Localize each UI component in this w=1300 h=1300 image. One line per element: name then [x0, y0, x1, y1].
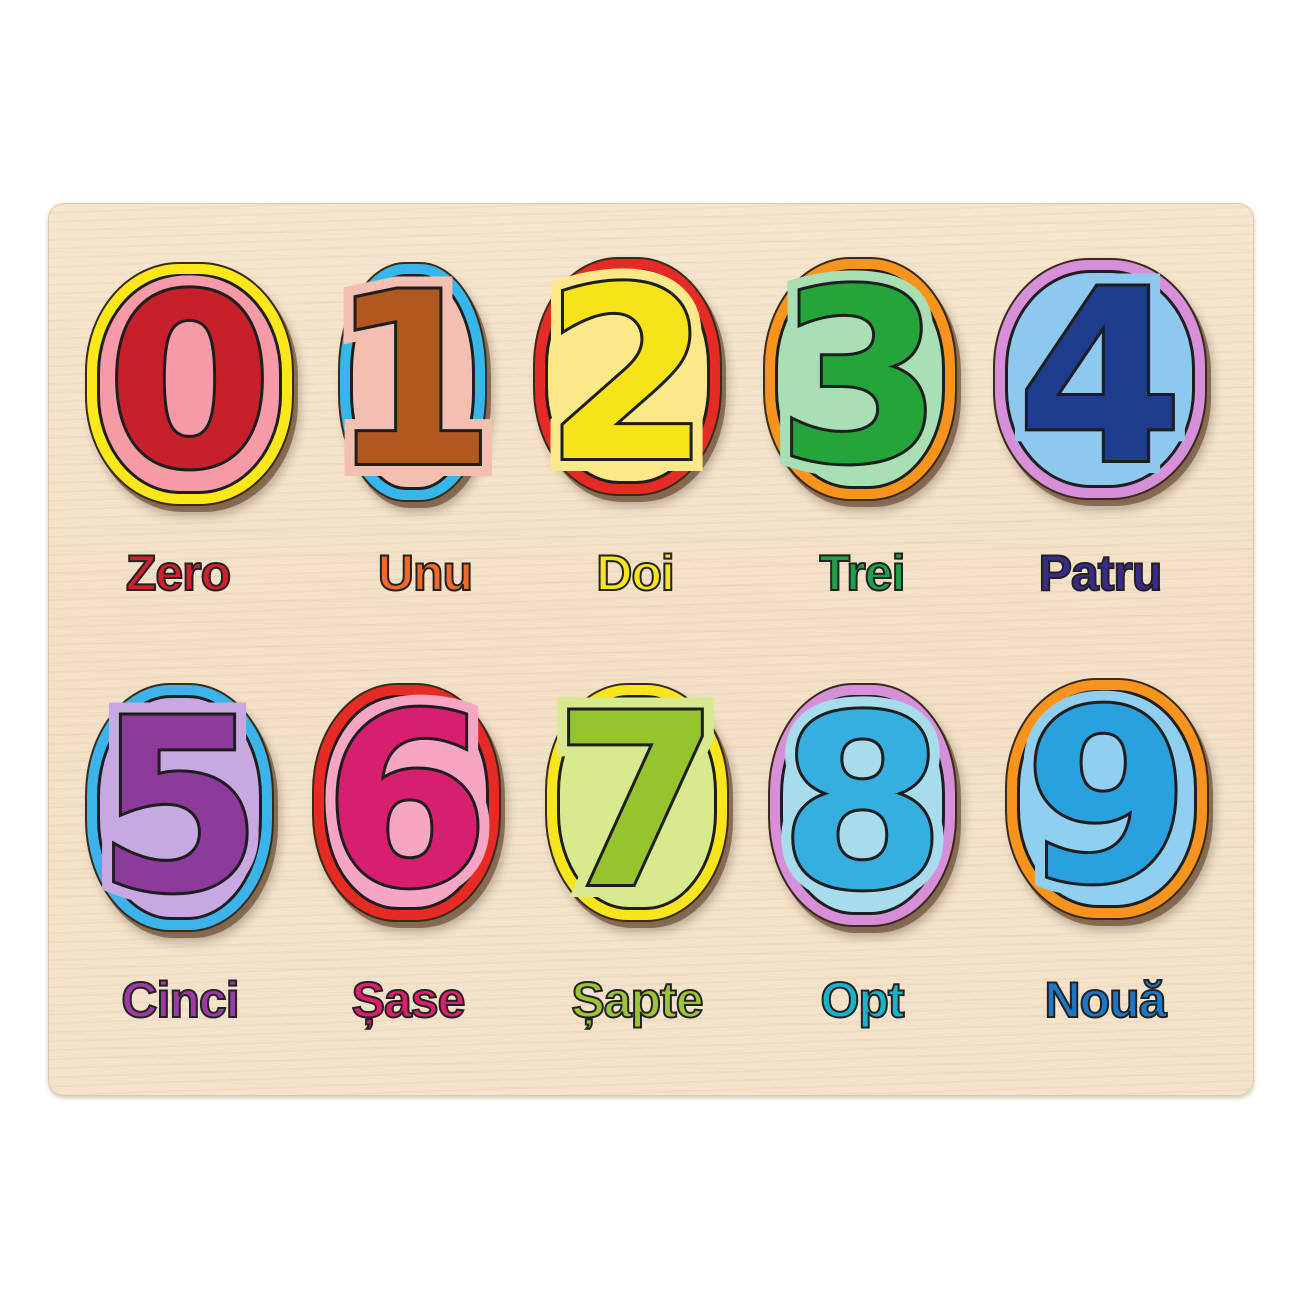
number-piece-2[interactable]: 22: [532, 237, 724, 515]
digit-glyph: 0: [104, 245, 276, 522]
number-piece-3[interactable]: 33: [763, 240, 957, 517]
digit-glyph: 3: [774, 240, 946, 517]
number-word-label: Zero: [125, 545, 232, 601]
number-word-label: Doi: [595, 545, 676, 601]
number-piece-9[interactable]: 99: [1005, 660, 1209, 937]
digit-glyph: 8: [777, 666, 949, 943]
number-word-label: Șase: [351, 972, 467, 1028]
number-piece-6[interactable]: 66: [311, 663, 503, 941]
number-word-label: Opt: [819, 972, 905, 1028]
digit-glyph: 5: [94, 668, 266, 946]
digit-glyph: 2: [542, 237, 714, 515]
number-word-label: Nouă: [1044, 972, 1168, 1028]
number-word-label: Cinci: [120, 972, 240, 1028]
number-piece-7[interactable]: 77: [541, 663, 733, 941]
number-word-label: Unu: [377, 545, 474, 601]
number-word-label: Patru: [1038, 545, 1164, 601]
digit-glyph: 7: [551, 663, 723, 941]
digit-glyph: 1: [327, 243, 499, 520]
number-piece-8[interactable]: 88: [767, 666, 959, 943]
number-word-label: Șapte: [570, 972, 704, 1028]
number-piece-1[interactable]: 11: [317, 250, 509, 514]
number-piece-0[interactable]: 00: [85, 245, 294, 522]
number-piece-5[interactable]: 55: [84, 668, 276, 946]
number-word-label: Trei: [819, 545, 907, 601]
digit-glyph: 4: [1014, 240, 1186, 517]
digit-glyph: 9: [1021, 660, 1193, 937]
digit-glyph: 6: [321, 663, 493, 941]
number-piece-4[interactable]: 44: [993, 240, 1207, 517]
